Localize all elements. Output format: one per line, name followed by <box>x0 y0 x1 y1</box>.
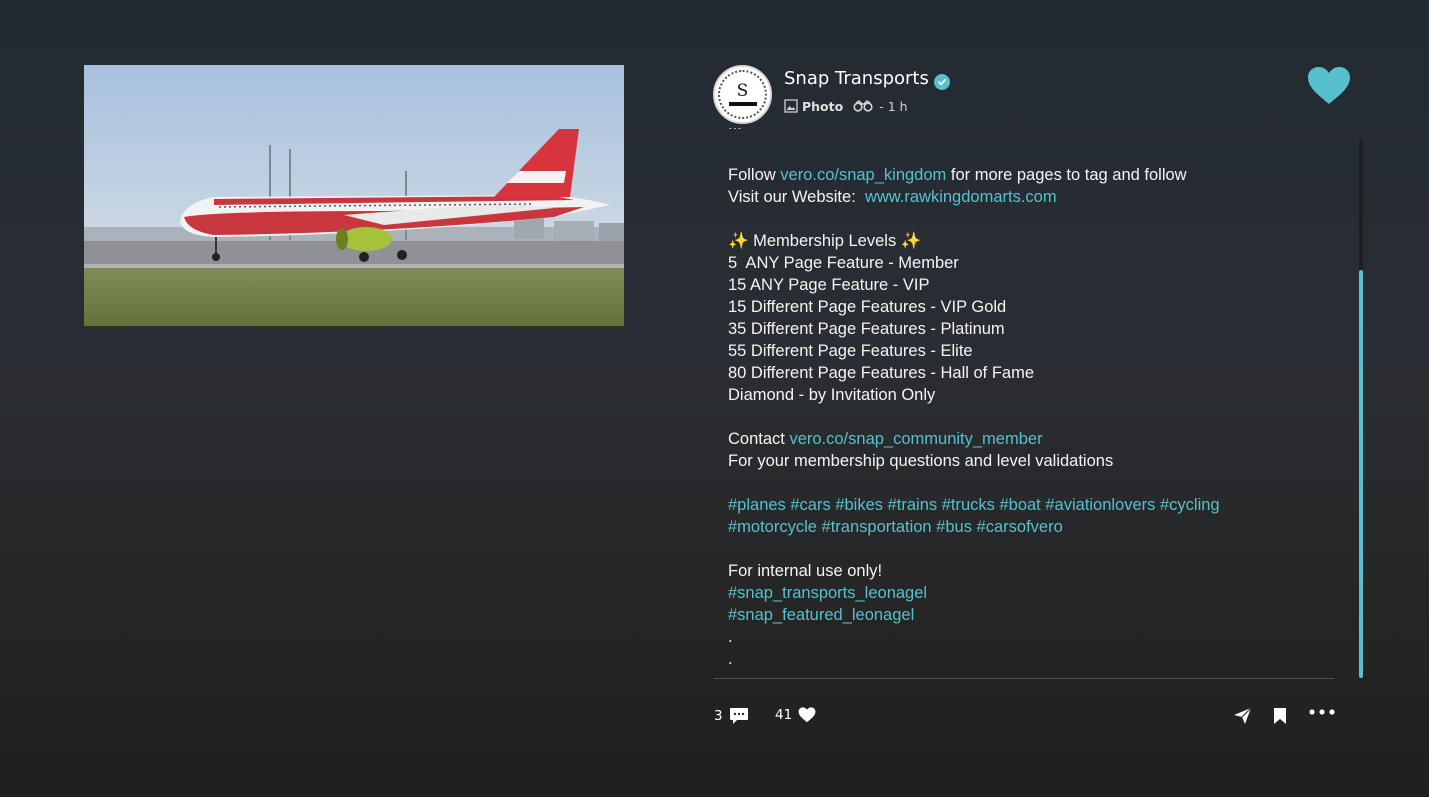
tag-link[interactable]: #snap_transports_leonagel <box>728 582 1328 604</box>
membership-level: 15 Different Page Features - VIP Gold <box>728 298 1007 316</box>
author-name[interactable]: Snap Transports <box>784 68 929 89</box>
membership-level: 35 Different Page Features - Platinum <box>728 320 1005 338</box>
bookmark-button[interactable] <box>1273 707 1287 725</box>
membership-level: 15 ANY Page Feature - VIP <box>728 276 930 294</box>
caption-dot: . <box>728 650 733 668</box>
membership-level: 5 ANY Page Feature - Member <box>728 254 959 272</box>
caption-contact-line: Contact vero.co/snap_community_member <box>728 428 1328 450</box>
comments-count: 3 <box>714 708 723 724</box>
verified-badge-icon <box>934 74 950 90</box>
paper-plane-icon <box>1234 707 1252 724</box>
caption-scrollbar-thumb[interactable] <box>1359 270 1363 678</box>
like-heart-icon[interactable] <box>1307 66 1351 106</box>
meta-separator: - <box>879 98 884 114</box>
membership-level: 55 Different Page Features - Elite <box>728 342 973 360</box>
visit-prefix: Visit our Website: <box>728 188 865 206</box>
avatar-letter: S <box>736 81 749 101</box>
avatar-bar <box>728 102 757 106</box>
avatar-logo: S <box>718 70 767 119</box>
comments-button[interactable]: 3 <box>714 707 749 725</box>
heart-icon <box>798 707 816 723</box>
post-type-label: Photo <box>802 98 844 114</box>
more-options-button[interactable] <box>1309 709 1335 715</box>
share-button[interactable] <box>1233 707 1252 725</box>
actions-divider <box>714 678 1334 679</box>
caption-follow-line: Follow vero.co/snap_kingdom for more pag… <box>728 164 1328 186</box>
post-caption: ... Follow vero.co/snap_kingdom for more… <box>728 128 1328 670</box>
follow-prefix: Follow <box>728 166 781 184</box>
caption-scroll-area[interactable]: ... Follow vero.co/snap_kingdom for more… <box>714 128 1334 676</box>
tag-link[interactable]: #snap_featured_leonagel <box>728 604 1328 626</box>
comment-bubble-icon <box>729 708 748 724</box>
author-avatar[interactable]: S <box>713 65 772 124</box>
contact-prefix: Contact <box>728 430 790 448</box>
bookmark-icon <box>1274 708 1286 724</box>
likes-count: 41 <box>775 707 793 723</box>
likes-button[interactable]: 41 <box>775 707 816 723</box>
follow-suffix: for more pages to tag and follow <box>946 166 1187 184</box>
membership-level: 80 Different Page Features - Hall of Fam… <box>728 364 1035 382</box>
more-dots-icon <box>1309 709 1335 715</box>
membership-title: ✨ Membership Levels ✨ <box>728 232 922 250</box>
contact-note: For your membership questions and level … <box>728 452 1114 470</box>
post-photo[interactable] <box>84 65 624 326</box>
airplane-photo <box>84 65 624 326</box>
caption-visit-line: Visit our Website: www.rawkingdomarts.co… <box>728 186 1328 208</box>
contact-link[interactable]: vero.co/snap_community_member <box>789 430 1042 448</box>
post-time: 1 h <box>887 98 908 114</box>
membership-level: Diamond - by Invitation Only <box>728 386 936 404</box>
hashtags-line[interactable]: #planes #cars #bikes #trains #trucks #bo… <box>728 494 1328 516</box>
caption-dot: . <box>728 628 733 646</box>
follow-link[interactable]: vero.co/snap_kingdom <box>780 166 946 184</box>
hashtags-line[interactable]: #motorcycle #transportation #bus #carsof… <box>728 516 1328 538</box>
image-icon <box>784 99 798 113</box>
internal-note: For internal use only! <box>728 562 883 580</box>
website-link[interactable]: www.rawkingdomarts.com <box>865 188 1057 206</box>
post-meta: Photo - 1 h <box>784 97 908 115</box>
binoculars-icon <box>853 100 873 112</box>
